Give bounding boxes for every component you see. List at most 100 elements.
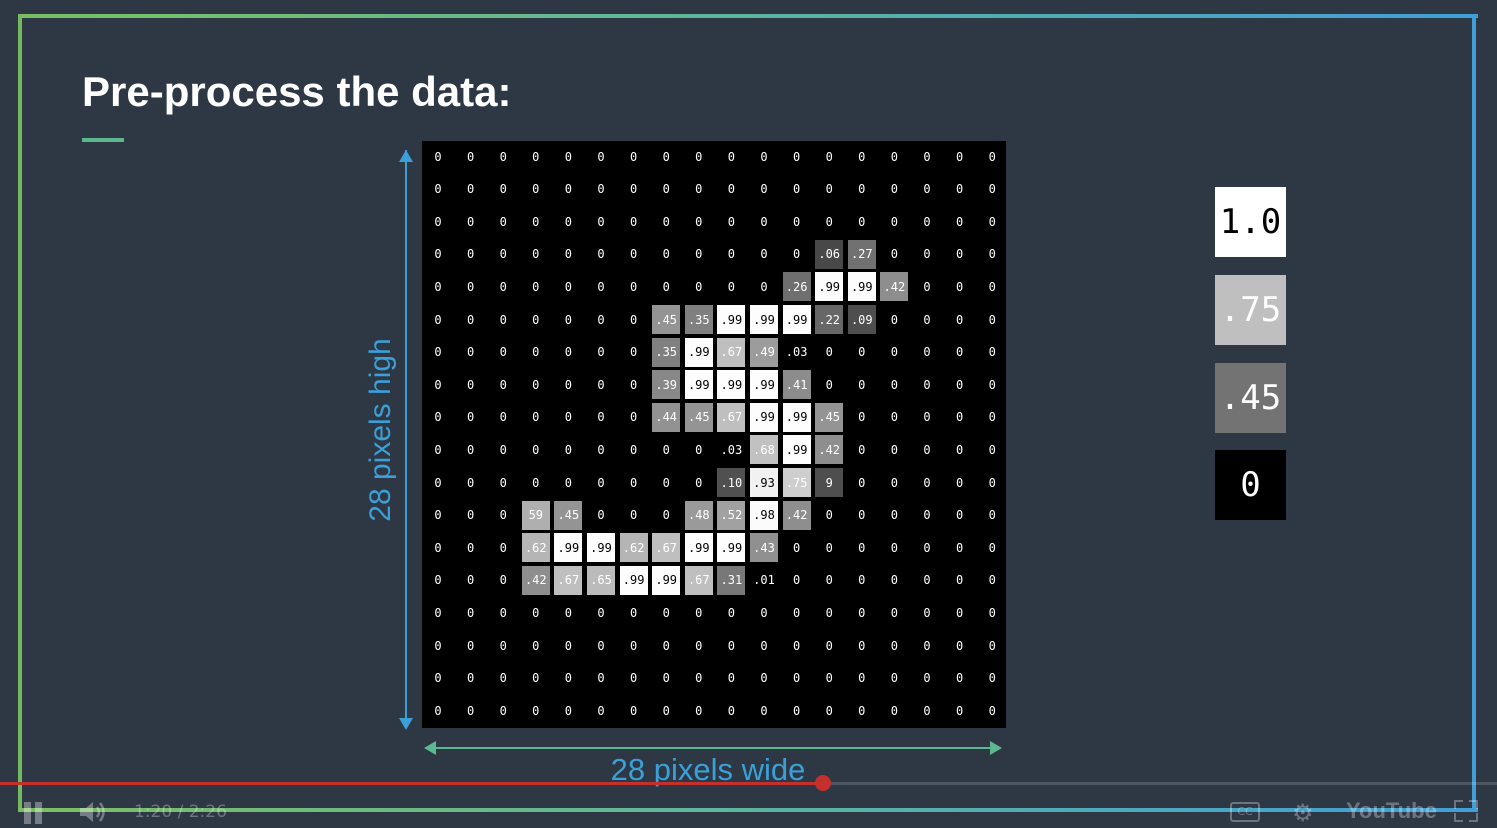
pixel-cell: 0 bbox=[532, 214, 540, 229]
pixel-cell: 0 bbox=[923, 508, 931, 523]
pixel-cell: .26 bbox=[782, 272, 811, 302]
pixel-cell: 0 bbox=[988, 149, 996, 164]
pixel-cell: 0 bbox=[760, 247, 768, 262]
pixel-cell: 0 bbox=[532, 182, 540, 197]
pixel-cell: 0 bbox=[597, 345, 605, 360]
pixel-cell: 0 bbox=[890, 214, 898, 229]
pixel-cell: 0 bbox=[434, 573, 442, 588]
pixel-cell: 0 bbox=[564, 149, 572, 164]
legend-swatch-light-gray: .75 bbox=[1215, 275, 1286, 345]
pixel-cell: 0 bbox=[597, 214, 605, 229]
pixel-cell: 0 bbox=[662, 214, 670, 229]
pixel-cell: .01 bbox=[753, 573, 775, 588]
pixel-cell: 0 bbox=[695, 149, 703, 164]
pixel-cell: 0 bbox=[727, 214, 735, 229]
pixel-cell: .99 bbox=[750, 305, 778, 334]
pixel-cell: 0 bbox=[792, 638, 801, 653]
pixel-cell: .39 bbox=[652, 370, 681, 400]
pixel-cell: .35 bbox=[652, 337, 681, 367]
pixel-cell: 0 bbox=[532, 475, 540, 490]
pixel-cell: 0 bbox=[825, 214, 833, 229]
pixel-cell: 0 bbox=[564, 182, 572, 197]
pixel-cell: 0 bbox=[825, 377, 833, 392]
pause-icon[interactable] bbox=[22, 802, 44, 824]
fullscreen-icon[interactable] bbox=[1454, 800, 1478, 822]
pixel-cell: 0 bbox=[434, 247, 442, 262]
volume-icon[interactable] bbox=[78, 800, 110, 824]
gear-icon[interactable]: ⚙ bbox=[1292, 800, 1318, 826]
pixel-cell: 0 bbox=[695, 279, 703, 294]
height-label: 28 pixels high bbox=[364, 338, 397, 522]
pixel-cell: 0 bbox=[727, 279, 735, 294]
pixel-cell: 0 bbox=[988, 573, 996, 588]
pixel-cell: 0 bbox=[792, 149, 801, 164]
pixel-cell: .99 bbox=[717, 370, 746, 400]
pixel-cell: 0 bbox=[858, 345, 866, 360]
closed-captions-icon[interactable]: CC bbox=[1230, 802, 1260, 822]
pixel-cell: 0 bbox=[532, 279, 540, 294]
pixel-cell: 0 bbox=[466, 475, 475, 490]
pixel-cell: 0 bbox=[923, 573, 931, 588]
pixel-cell: .99 bbox=[847, 272, 876, 302]
pixel-cell: 0 bbox=[564, 377, 572, 392]
pixel-cell: .45 bbox=[815, 402, 844, 432]
pixel-cell: 0 bbox=[662, 703, 670, 718]
pixel-cell: 0 bbox=[890, 475, 898, 490]
pixel-cell: 0 bbox=[629, 214, 638, 229]
pixel-cell: 0 bbox=[434, 182, 442, 197]
pixel-cell: .45 bbox=[652, 305, 681, 334]
pixel-cell: 0 bbox=[434, 279, 442, 294]
pixel-cell: 0 bbox=[760, 279, 768, 294]
pixel-cell: 0 bbox=[955, 345, 964, 360]
legend-swatch-black: 0 bbox=[1215, 450, 1286, 520]
pixel-cell: 0 bbox=[532, 149, 540, 164]
pixel-cell: 0 bbox=[792, 703, 801, 718]
pixel-cell: 0 bbox=[955, 410, 964, 425]
pixel-cell: 0 bbox=[662, 442, 670, 457]
pixel-cell: 0 bbox=[923, 442, 931, 457]
pixel-cell: 9 bbox=[815, 468, 844, 497]
pixel-cell: .49 bbox=[750, 337, 778, 367]
pixel-cell: 0 bbox=[727, 671, 735, 686]
pixel-cell: 0 bbox=[564, 475, 572, 490]
youtube-logo[interactable]: YouTube bbox=[1346, 798, 1437, 824]
pixel-cell: 0 bbox=[532, 345, 540, 360]
pixel-cell: 0 bbox=[662, 475, 670, 490]
pixel-cell: 0 bbox=[695, 475, 703, 490]
pixel-cell: 0 bbox=[825, 605, 833, 620]
video-scrubber-handle[interactable] bbox=[815, 775, 832, 791]
pixel-cell: .42 bbox=[521, 565, 550, 595]
pixel-cell: 0 bbox=[825, 508, 833, 523]
pixel-cell: 0 bbox=[434, 475, 442, 490]
pixel-cell: 0 bbox=[858, 149, 866, 164]
pixel-cell: 0 bbox=[727, 247, 735, 262]
pixel-cell: .99 bbox=[684, 337, 713, 367]
pixel-cell: .99 bbox=[587, 533, 615, 563]
pixel-cell: 0 bbox=[955, 508, 964, 523]
pixel-cell: 0 bbox=[923, 182, 931, 197]
pixel-cell: 0 bbox=[434, 508, 442, 523]
pixel-cell: 0 bbox=[858, 573, 866, 588]
pixel-cell: 0 bbox=[760, 149, 768, 164]
pixel-cell: 0 bbox=[662, 149, 670, 164]
pixel-cell: 0 bbox=[499, 410, 507, 425]
pixel-cell: .27 bbox=[847, 239, 876, 269]
pixel-cell: .43 bbox=[750, 533, 778, 563]
pixel-cell: 0 bbox=[988, 475, 996, 490]
pixel-cell: 0 bbox=[532, 442, 540, 457]
pixel-cell: 0 bbox=[532, 247, 540, 262]
pixel-cell: 0 bbox=[792, 671, 801, 686]
pixel-cell: 0 bbox=[499, 377, 507, 392]
pixel-cell: 0 bbox=[629, 605, 638, 620]
pixel-cell: .62 bbox=[521, 533, 550, 563]
pixel-cell: 0 bbox=[662, 605, 670, 620]
pixel-cell: .99 bbox=[684, 533, 713, 563]
pixel-cell: 0 bbox=[858, 442, 866, 457]
pixel-cell: 0 bbox=[955, 703, 964, 718]
pixel-cell: 0 bbox=[564, 279, 572, 294]
pixel-cell: 0 bbox=[858, 671, 866, 686]
pixel-cell: .99 bbox=[750, 370, 778, 400]
pixel-cell: 0 bbox=[629, 638, 638, 653]
pixel-cell: 0 bbox=[858, 638, 866, 653]
pixel-cell: 0 bbox=[988, 508, 996, 523]
